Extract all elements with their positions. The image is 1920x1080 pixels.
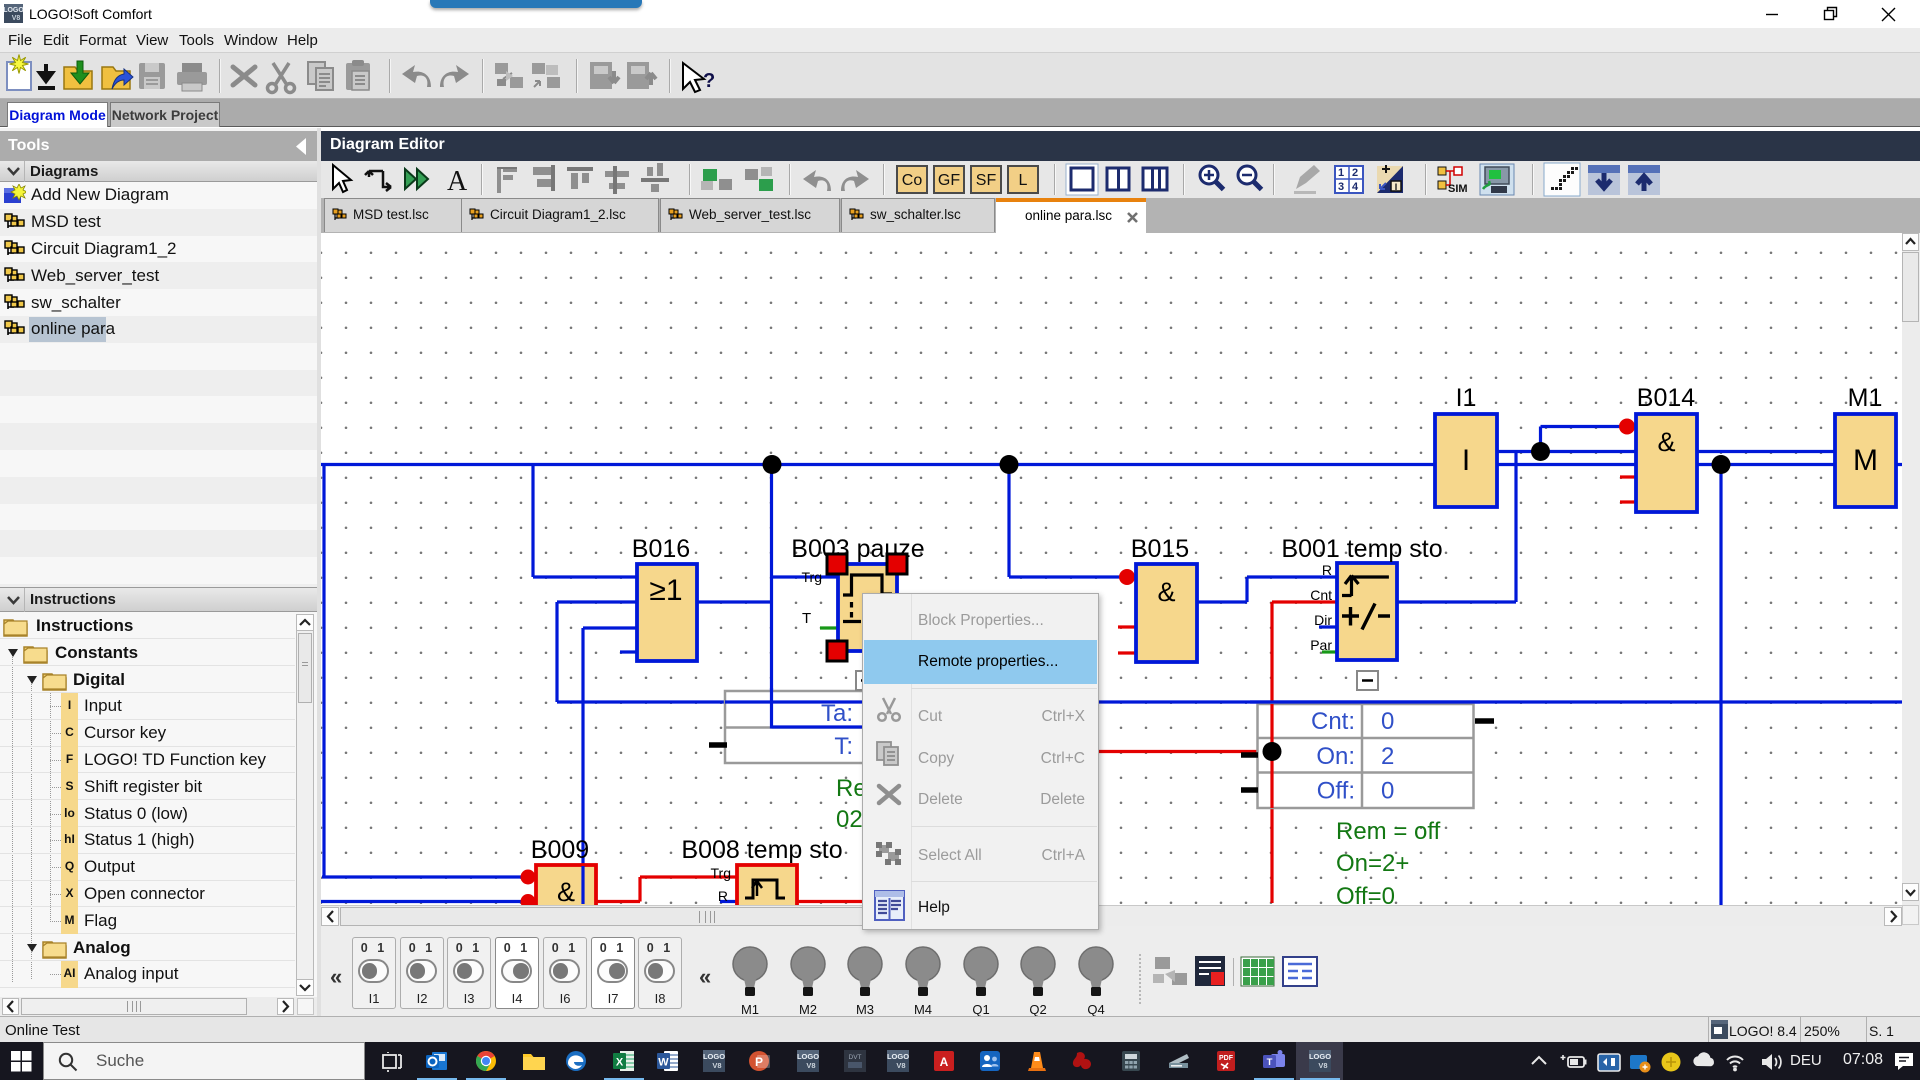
svg-text:&: & — [1657, 427, 1675, 457]
svg-text:B015: B015 — [1131, 535, 1189, 563]
svg-text:T:: T: — [834, 733, 853, 760]
svg-text:Trg: Trg — [711, 865, 731, 881]
svg-text:DVT: DVT — [849, 1054, 862, 1061]
svg-text:V8: V8 — [1318, 1061, 1327, 1070]
svg-text:R: R — [1322, 562, 1332, 578]
svg-text:B009: B009 — [531, 836, 589, 864]
svg-text:Co: Co — [902, 172, 923, 189]
svg-text:On:: On: — [1316, 743, 1355, 770]
svg-text:LOGO: LOGO — [1309, 1052, 1331, 1061]
svg-text:V8: V8 — [806, 1061, 815, 1070]
svg-text:T: T — [802, 610, 811, 627]
svg-text:0: 0 — [1381, 708, 1394, 735]
svg-text:I1: I1 — [1456, 384, 1477, 412]
svg-text:SF: SF — [976, 172, 997, 189]
svg-text:B016: B016 — [632, 535, 690, 563]
svg-text:I: I — [1395, 182, 1398, 192]
svg-text:Dir: Dir — [1314, 612, 1332, 628]
svg-text:0: 0 — [1381, 778, 1394, 805]
svg-text:1: 1 — [1338, 167, 1344, 179]
svg-text:V8: V8 — [12, 15, 21, 22]
svg-text:W: W — [658, 1057, 669, 1069]
svg-text:LOGO: LOGO — [887, 1052, 909, 1061]
svg-text:T: T — [1267, 1057, 1273, 1068]
svg-text:Cnt:: Cnt: — [1311, 708, 1355, 735]
svg-text:B014: B014 — [1637, 384, 1695, 412]
svg-text:Cnt: Cnt — [1310, 587, 1332, 603]
svg-text:I: I — [1462, 444, 1470, 477]
svg-text:2: 2 — [1352, 167, 1358, 179]
svg-text:X: X — [616, 1057, 624, 1069]
svg-text:Off:: Off: — [1317, 778, 1355, 805]
svg-text:M1: M1 — [1848, 384, 1883, 412]
svg-text:B008 temp sto: B008 temp sto — [681, 836, 842, 864]
svg-text:Par: Par — [1310, 637, 1332, 653]
svg-text:Off=0: Off=0 — [1336, 883, 1395, 905]
svg-text:GF: GF — [938, 172, 960, 189]
svg-text:Ta:: Ta: — [821, 700, 853, 727]
svg-text:V8: V8 — [712, 1061, 721, 1070]
svg-text:3: 3 — [1338, 181, 1344, 193]
svg-text:Rem = off: Rem = off — [1336, 818, 1441, 845]
svg-text:&: & — [1157, 577, 1175, 607]
svg-text:2: 2 — [1381, 743, 1394, 770]
svg-text:LOGO: LOGO — [4, 7, 23, 14]
svg-text:PDF: PDF — [1219, 1055, 1234, 1062]
svg-text:R: R — [718, 888, 728, 904]
svg-text:LOGO: LOGO — [797, 1052, 819, 1061]
svg-text:B001 temp sto: B001 temp sto — [1281, 535, 1442, 563]
svg-text:Trg: Trg — [802, 569, 822, 585]
svg-text:LOGO: LOGO — [703, 1052, 725, 1061]
svg-text:P: P — [755, 1055, 763, 1069]
svg-text:L: L — [1019, 172, 1028, 189]
svg-text:M: M — [1853, 444, 1878, 477]
svg-text:On=2+: On=2+ — [1336, 850, 1409, 877]
svg-text:A: A — [940, 1055, 949, 1069]
svg-text:&: & — [557, 877, 575, 905]
svg-text:A: A — [447, 166, 468, 197]
svg-text:V8: V8 — [896, 1061, 905, 1070]
svg-text:?: ? — [703, 70, 715, 92]
svg-text:4: 4 — [1352, 181, 1359, 193]
svg-text:≥1: ≥1 — [649, 574, 682, 607]
svg-text:SIM: SIM — [1448, 183, 1468, 195]
